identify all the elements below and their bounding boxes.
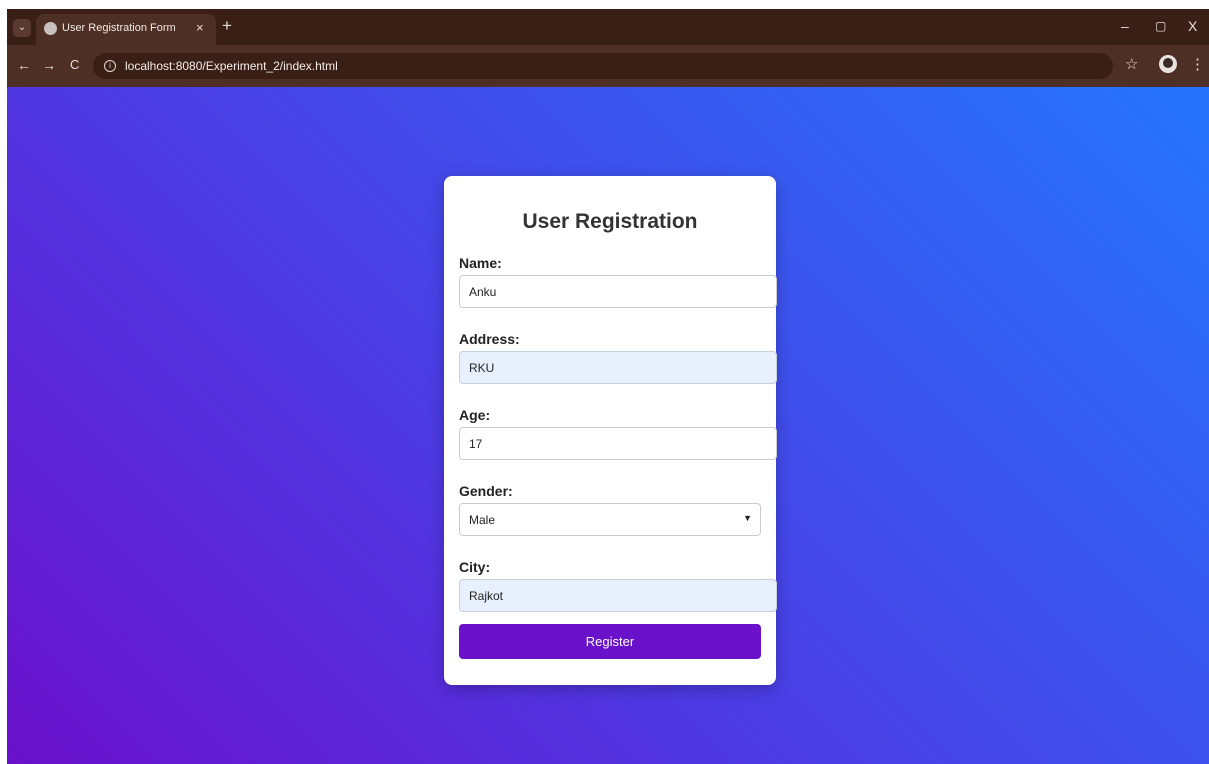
name-label: Name: <box>459 255 502 271</box>
bookmark-star-icon[interactable]: ☆ <box>1125 55 1138 73</box>
profile-avatar-icon[interactable] <box>1159 55 1177 73</box>
gender-selected-value: Male <box>469 513 496 527</box>
new-tab-icon[interactable]: + <box>222 17 232 35</box>
age-input[interactable] <box>459 427 777 460</box>
gender-select[interactable]: Male ▼ <box>459 503 761 536</box>
age-label: Age: <box>459 407 491 423</box>
tab-strip: ⌄ User Registration Form × + – ▢ X <box>7 9 1209 45</box>
address-label: Address: <box>459 331 520 347</box>
address-bar[interactable]: i localhost:8080/Experiment_2/index.html <box>93 53 1113 79</box>
close-window-icon[interactable]: X <box>1188 18 1197 34</box>
reload-icon[interactable]: C <box>70 57 79 72</box>
tab-title: User Registration Form <box>62 22 176 34</box>
tab-search-icon[interactable]: ⌄ <box>13 19 31 37</box>
form-title: User Registration <box>522 210 698 233</box>
forward-icon[interactable]: → <box>42 57 56 73</box>
tab-close-icon[interactable]: × <box>196 20 204 35</box>
minimize-icon[interactable]: – <box>1121 18 1129 34</box>
browser-toolbar: ← → C i localhost:8080/Experiment_2/inde… <box>7 45 1209 87</box>
restore-icon[interactable]: ▢ <box>1155 19 1166 33</box>
address-input[interactable] <box>459 351 777 384</box>
url-text[interactable]: localhost:8080/Experiment_2/index.html <box>125 59 338 73</box>
registration-card: User Registration Name: Address: Age: Ge… <box>444 176 777 685</box>
gender-label: Gender: <box>459 483 513 499</box>
back-icon[interactable]: ← <box>17 57 31 73</box>
city-label: City: <box>459 559 491 575</box>
browser-menu-icon[interactable]: ⋮ <box>1190 55 1205 73</box>
browser-window: ⌄ User Registration Form × + – ▢ X ← → C… <box>7 9 1209 764</box>
page-background: User Registration Name: Address: Age: Ge… <box>7 87 1209 764</box>
site-info-icon[interactable]: i <box>104 60 116 72</box>
tab-user-registration[interactable]: User Registration Form × <box>36 14 216 45</box>
name-input[interactable] <box>459 275 777 308</box>
city-input[interactable] <box>459 579 777 612</box>
globe-icon <box>44 22 57 35</box>
chevron-down-icon: ▼ <box>743 513 752 523</box>
register-button[interactable]: Register <box>459 624 761 659</box>
